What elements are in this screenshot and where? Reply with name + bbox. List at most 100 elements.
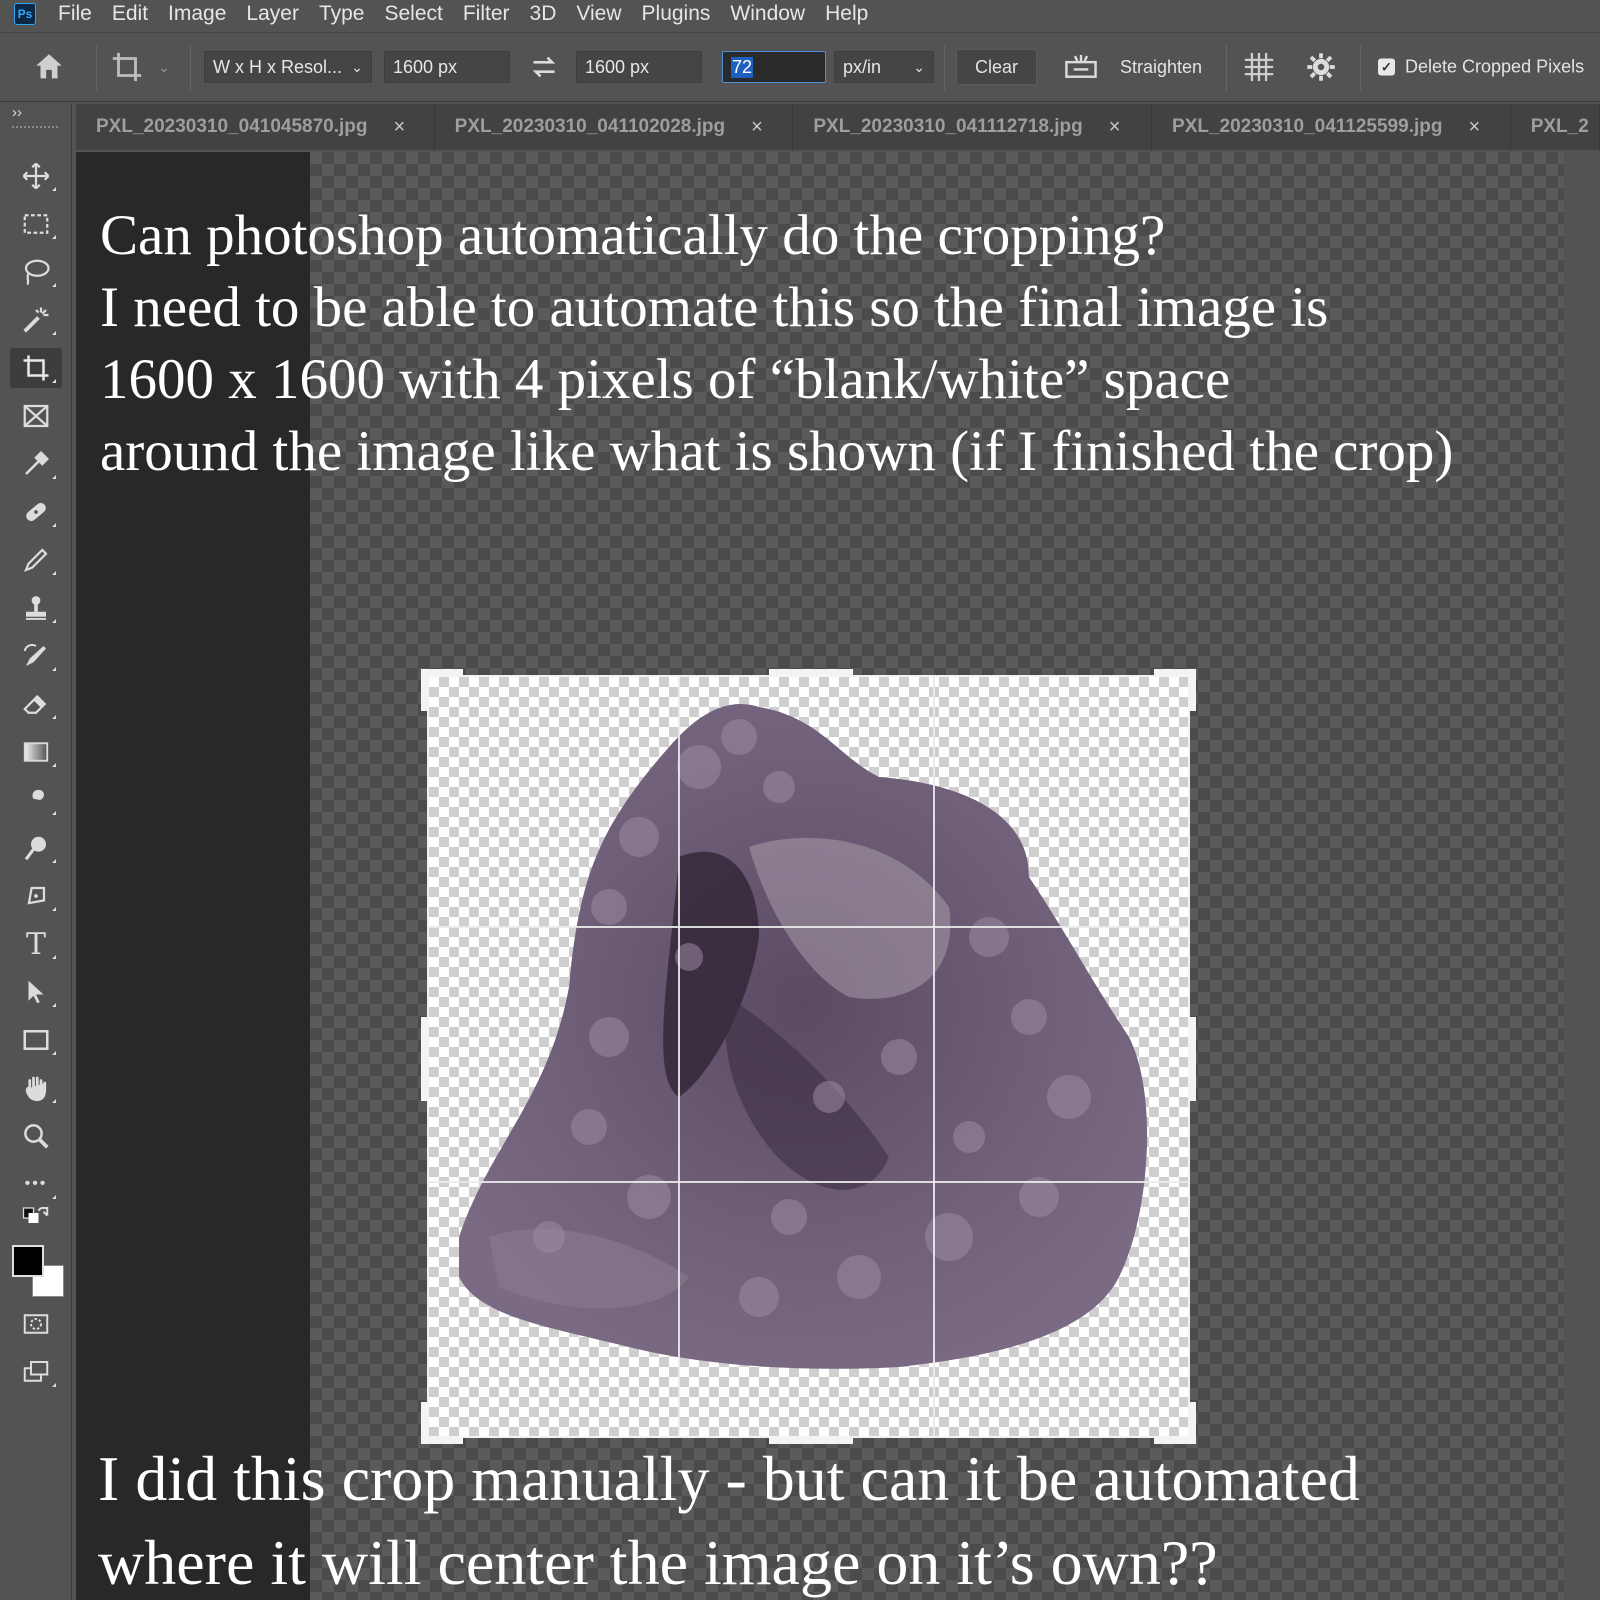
tab-label: PXL_20230310_041125599.jpg [1172,116,1443,137]
crop-tool-preset-button[interactable]: ⌄ [110,50,170,84]
menu-help[interactable]: Help [825,2,868,26]
menu-3d[interactable]: 3D [530,2,557,26]
checkmark-icon: ✓ [1378,58,1395,76]
magic-wand-icon [23,307,49,333]
document-tab[interactable]: PXL_20230310_041045870.jpg × [76,104,435,150]
color-swatches[interactable] [12,1245,64,1297]
more-tools[interactable]: ••• [10,1164,62,1204]
crop-settings-button[interactable] [1306,52,1336,82]
close-icon[interactable]: × [751,116,763,139]
document-tab[interactable]: PXL_2 [1510,104,1600,150]
menu-filter[interactable]: Filter [463,2,510,26]
crop-grid-line [429,926,1188,928]
menu-plugins[interactable]: Plugins [642,2,711,26]
height-value: 1600 px [585,56,650,77]
delete-cropped-pixels-checkbox[interactable]: ✓ Delete Cropped Pixels [1378,57,1584,78]
crop-handle-right[interactable] [1188,1017,1196,1101]
rectangular-marquee-tool[interactable] [10,204,62,244]
type-tool[interactable]: T [10,924,62,964]
path-selection-tool[interactable] [10,972,62,1012]
menu-view[interactable]: View [576,2,621,26]
overlay-grid-button[interactable] [1242,50,1276,84]
default-colors-icon [22,1207,49,1223]
chevron-down-icon: ⌄ [913,58,925,75]
lasso-tool[interactable] [10,252,62,292]
smudge-finger-icon [28,789,44,810]
crop-box[interactable] [421,669,1196,1444]
annotation-followup: I did this crop manually - but can it be… [98,1437,1360,1600]
menu-file[interactable]: File [58,2,92,26]
screen-mode-icon [23,1361,49,1382]
close-icon[interactable]: × [1109,116,1121,139]
healing-brush-tool[interactable] [10,492,62,532]
resolution-value: 72 [731,56,754,78]
canvas-right-edge [1564,152,1600,1600]
eyedropper-tool[interactable] [10,444,62,484]
height-field[interactable]: 1600 px [576,51,702,83]
brush-tool[interactable] [10,540,62,580]
crop-handle-top[interactable] [769,669,853,677]
magnifier-icon [24,1124,49,1149]
swap-dimensions-button[interactable] [530,53,558,81]
crop-handle-left[interactable] [421,1017,429,1101]
tab-label: PXL_20230310_041112718.jpg [813,116,1083,137]
quick-mask-button[interactable] [10,1304,62,1344]
pen-nib-icon [27,886,46,905]
document-tab[interactable]: PXL_20230310_041125599.jpg × [1152,104,1511,150]
type-icon: T [25,926,46,962]
tools-panel: ›› T ••• [0,104,72,1600]
clear-button[interactable]: Clear [956,49,1038,85]
annotation-line: I did this crop manually - but can it be… [98,1443,1360,1514]
pen-tool[interactable] [10,876,62,916]
menu-type[interactable]: Type [319,2,365,26]
document-tab[interactable]: PXL_20230310_041112718.jpg × [793,104,1153,150]
history-brush-tool[interactable] [10,636,62,676]
menu-select[interactable]: Select [384,2,442,26]
menu-layer[interactable]: Layer [246,2,299,26]
preset-dropdown[interactable]: W x H x Resol... ⌄ [204,51,372,83]
lasso-icon [24,259,50,286]
tab-label: PXL_20230310_041045870.jpg [96,116,368,137]
home-button[interactable] [32,50,66,84]
dodge-tool[interactable] [10,828,62,868]
width-field[interactable]: 1600 px [384,51,510,83]
annotation-line: Can photoshop automatically do the cropp… [100,204,1166,267]
move-tool[interactable] [10,156,62,196]
grid-overlay-icon [1244,52,1274,82]
straighten-button[interactable]: Straighten [1064,52,1202,82]
screen-mode-button[interactable] [10,1352,62,1392]
rectangle-tool[interactable] [10,1020,62,1060]
close-icon[interactable]: × [1468,116,1480,139]
close-icon[interactable]: × [394,116,406,139]
stamp-icon [26,596,46,620]
smudge-tool[interactable] [10,780,62,820]
crop-handle-top-right[interactable] [1188,669,1196,711]
menu-window[interactable]: Window [730,2,805,26]
resolution-field[interactable]: 72 [722,51,826,83]
menu-image[interactable]: Image [168,2,226,26]
resolution-unit-dropdown[interactable]: px/in ⌄ [834,51,934,83]
collapse-panel-icon[interactable]: ›› [12,104,22,121]
menu-edit[interactable]: Edit [112,2,148,26]
crop-icon [23,355,49,381]
gradient-tool[interactable] [10,732,62,772]
eraser-icon [23,694,47,714]
swap-default-colors[interactable] [10,1202,62,1234]
photoshop-window: Ps File Edit Image Layer Type Select Fil… [0,0,1600,1600]
hand-tool[interactable] [10,1068,62,1108]
magic-wand-tool[interactable] [10,300,62,340]
document-tabs: PXL_20230310_041045870.jpg × PXL_2023031… [76,104,1600,150]
clone-stamp-tool[interactable] [10,588,62,628]
crop-handle-top-left[interactable] [421,669,429,711]
crop-tool[interactable] [10,348,62,388]
chevron-down-icon: ⌄ [158,58,170,75]
zoom-tool[interactable] [10,1116,62,1156]
eraser-tool[interactable] [10,684,62,724]
panel-grip[interactable] [12,126,58,132]
ellipsis-icon: ••• [24,1175,48,1192]
straighten-label: Straighten [1120,56,1203,77]
frame-icon [23,404,49,428]
foreground-color-swatch[interactable] [12,1245,44,1277]
frame-tool[interactable] [10,396,62,436]
document-tab[interactable]: PXL_20230310_041102028.jpg × [434,104,794,150]
